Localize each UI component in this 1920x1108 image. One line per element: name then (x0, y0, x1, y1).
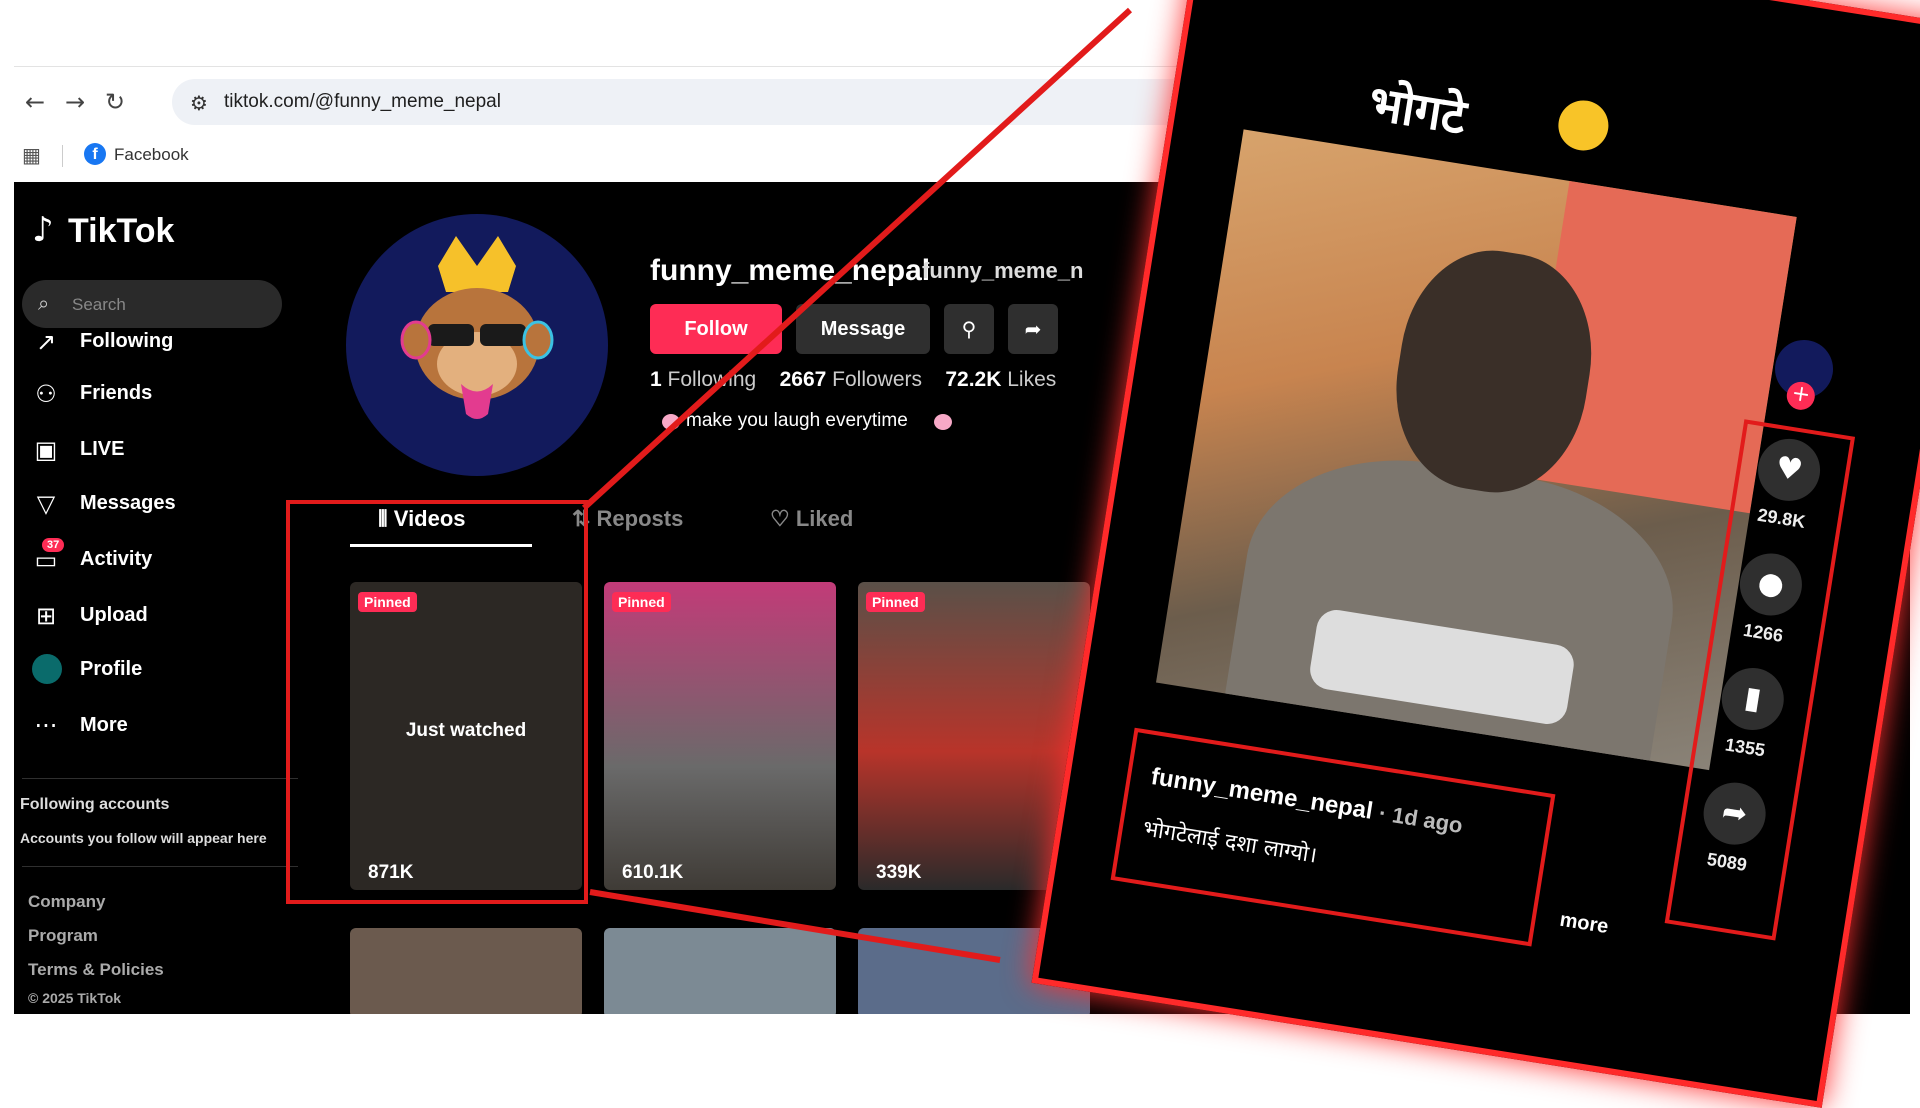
more-link[interactable]: more (1558, 909, 1610, 939)
zoomed-video-panel: भोगटे + ♥ 29.8K ● 1266 ▮ 1355 ➦ 5089 fun… (1031, 0, 1920, 1108)
connector-line (581, 7, 1133, 511)
video-frame[interactable] (1156, 129, 1797, 771)
annotation-box (1110, 727, 1556, 947)
video-title: भोगटे (1364, 75, 1470, 146)
connector-line (589, 889, 1001, 963)
laughing-emoji-icon (1554, 96, 1613, 155)
